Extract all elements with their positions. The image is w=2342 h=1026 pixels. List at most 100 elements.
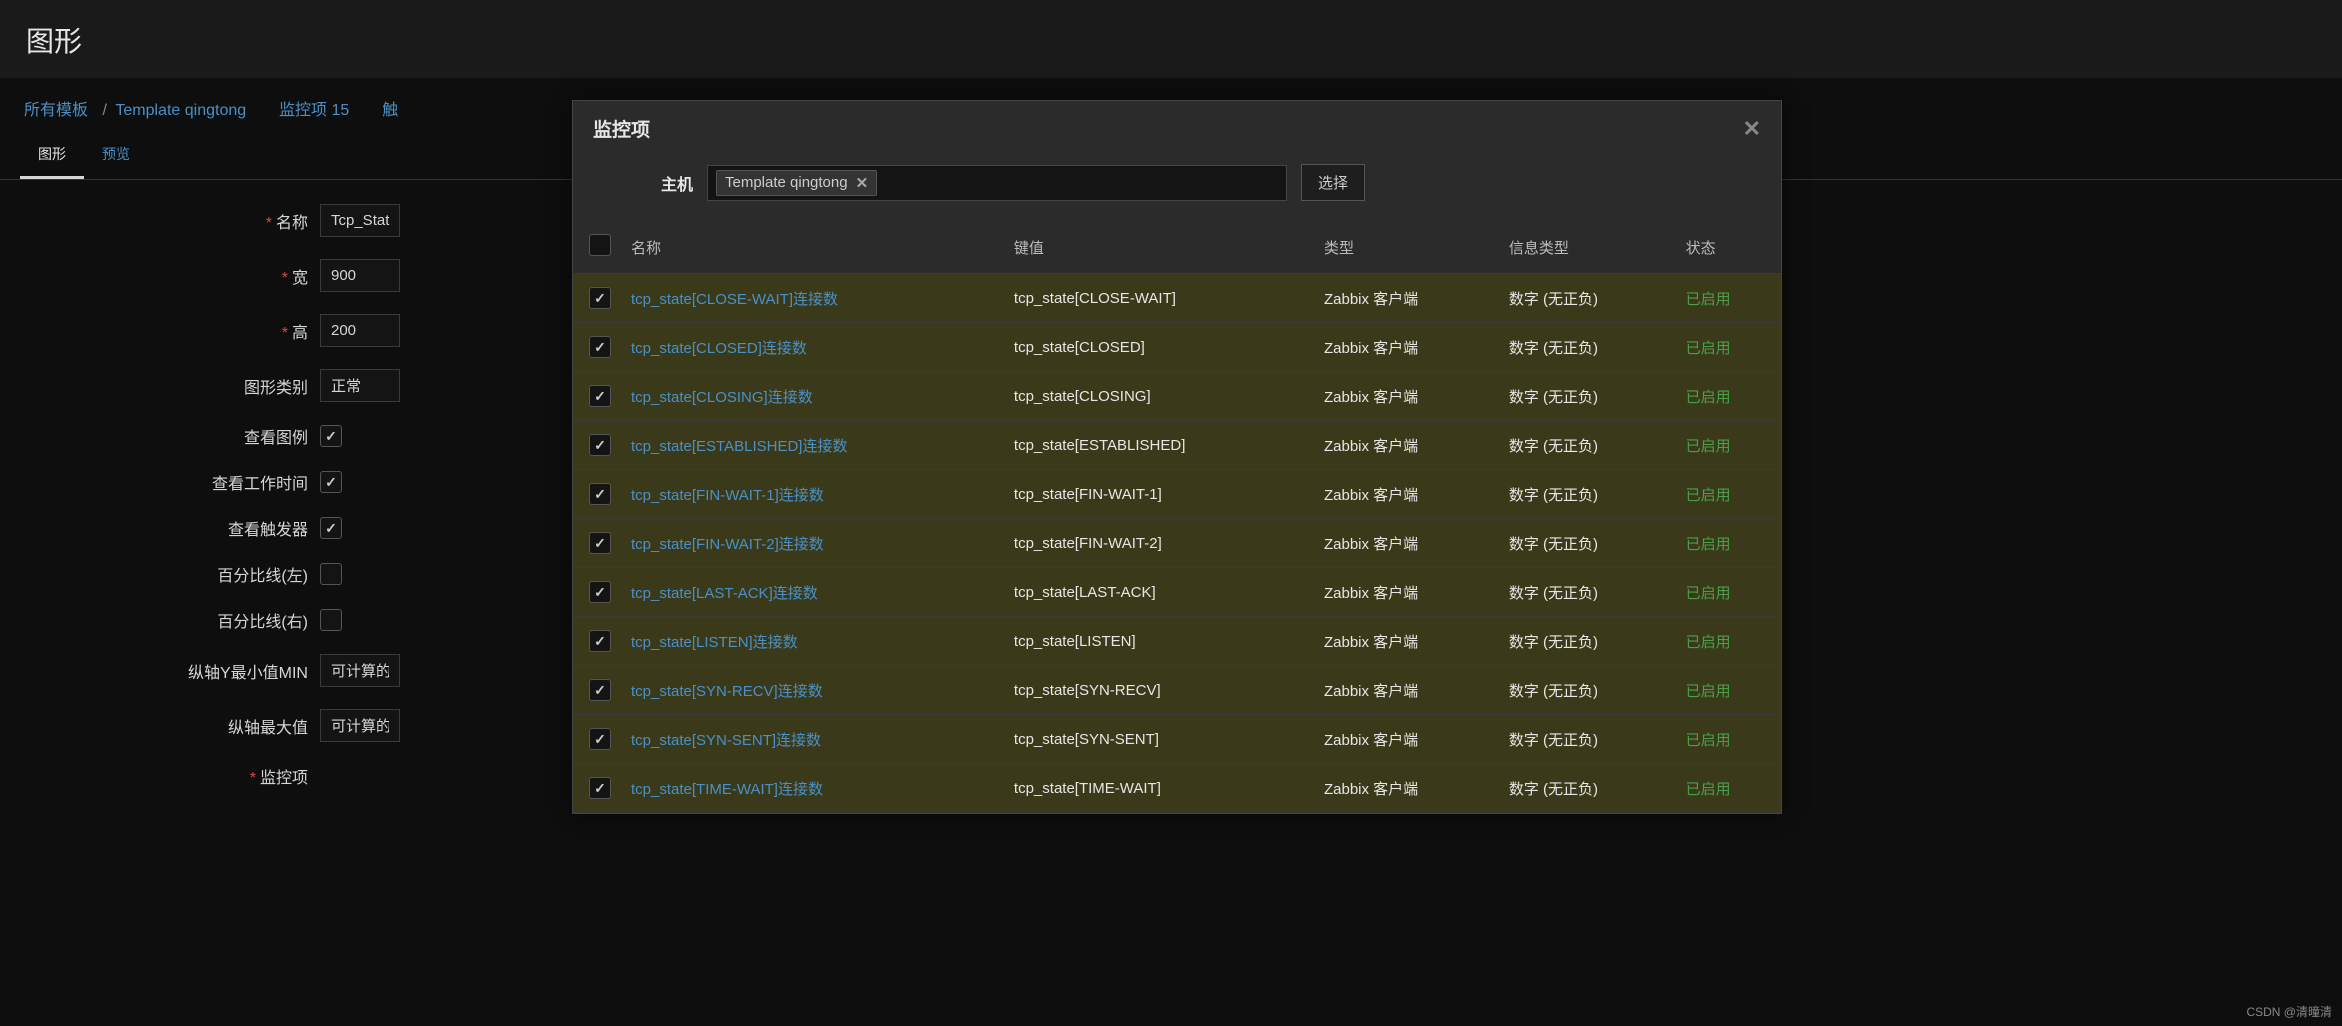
item-type: Zabbix 客户端 <box>1314 372 1499 421</box>
item-name-link[interactable]: tcp_state[FIN-WAIT-2]连接数 <box>631 536 824 553</box>
height-label: *高 <box>40 319 320 343</box>
item-infotype: 数字 (无正负) <box>1499 470 1676 519</box>
table-row: tcp_state[CLOSED]连接数 tcp_state[CLOSED]Zab… <box>573 323 1781 372</box>
item-key: tcp_state[CLOSING] <box>1004 372 1314 421</box>
percent-right-checkbox[interactable] <box>320 609 342 631</box>
row-checkbox[interactable] <box>589 434 611 456</box>
select-all-checkbox[interactable] <box>589 234 611 256</box>
items-table: 名称 键值 类型 信息类型 状态 tcp_state[CLOSE-WAIT]连接… <box>573 221 1781 813</box>
name-input[interactable] <box>320 204 400 237</box>
percent-left-checkbox[interactable] <box>320 563 342 585</box>
tab-graph[interactable]: 图形 <box>20 132 84 179</box>
row-checkbox[interactable] <box>589 630 611 652</box>
show-triggers-label: 查看触发器 <box>40 516 320 540</box>
item-key: tcp_state[SYN-RECV] <box>1004 666 1314 715</box>
height-input[interactable] <box>320 314 400 347</box>
close-icon[interactable]: ✕ <box>1743 116 1761 142</box>
item-status: 已启用 <box>1676 274 1781 323</box>
item-name-link[interactable]: tcp_state[FIN-WAIT-1]连接数 <box>631 487 824 504</box>
item-type: Zabbix 客户端 <box>1314 519 1499 568</box>
ymax-select[interactable] <box>320 709 400 742</box>
breadcrumb-separator: / <box>102 102 106 119</box>
item-name-link[interactable]: tcp_state[SYN-RECV]连接数 <box>631 683 823 700</box>
item-status: 已启用 <box>1676 470 1781 519</box>
item-infotype: 数字 (无正负) <box>1499 323 1676 372</box>
item-type: Zabbix 客户端 <box>1314 470 1499 519</box>
table-row: tcp_state[ESTABLISHED]连接数tcp_state[ESTAB… <box>573 421 1781 470</box>
row-checkbox[interactable] <box>589 679 611 701</box>
percent-right-label: 百分比线(右) <box>40 608 320 632</box>
item-key: tcp_state[CLOSE-WAIT] <box>1004 274 1314 323</box>
table-row: tcp_state[CLOSING]连接数 tcp_state[CLOSING]Z… <box>573 372 1781 421</box>
row-checkbox[interactable] <box>589 581 611 603</box>
show-legend-checkbox[interactable] <box>320 425 342 447</box>
show-triggers-checkbox[interactable] <box>320 517 342 539</box>
host-filter-input[interactable]: Template qingtong ✕ <box>707 165 1287 201</box>
host-tag-text: Template qingtong <box>725 174 848 191</box>
item-key: tcp_state[FIN-WAIT-2] <box>1004 519 1314 568</box>
item-status: 已启用 <box>1676 568 1781 617</box>
item-infotype: 数字 (无正负) <box>1499 372 1676 421</box>
col-type: 类型 <box>1314 221 1499 274</box>
table-row: tcp_state[LISTEN]连接数 tcp_state[LISTEN]Zab… <box>573 617 1781 666</box>
item-infotype: 数字 (无正负) <box>1499 617 1676 666</box>
item-status: 已启用 <box>1676 421 1781 470</box>
row-checkbox[interactable] <box>589 336 611 358</box>
table-row: tcp_state[LAST-ACK]连接数 tcp_state[LAST-ACK… <box>573 568 1781 617</box>
item-infotype: 数字 (无正负) <box>1499 519 1676 568</box>
item-type: Zabbix 客户端 <box>1314 323 1499 372</box>
percent-left-label: 百分比线(左) <box>40 562 320 586</box>
item-name-link[interactable]: tcp_state[SYN-SENT]连接数 <box>631 732 821 749</box>
item-infotype: 数字 (无正负) <box>1499 764 1676 813</box>
host-tag: Template qingtong ✕ <box>716 170 877 196</box>
breadcrumb-all-templates[interactable]: 所有模板 <box>24 102 88 119</box>
table-row: tcp_state[SYN-SENT]连接数tcp_state[SYN-SENT… <box>573 715 1781 764</box>
item-name-link[interactable]: tcp_state[LAST-ACK]连接数 <box>631 585 818 602</box>
page-title: 图形 <box>0 0 2342 78</box>
item-name-link[interactable]: tcp_state[ESTABLISHED]连接数 <box>631 438 847 455</box>
item-key: tcp_state[LISTEN] <box>1004 617 1314 666</box>
item-infotype: 数字 (无正负) <box>1499 666 1676 715</box>
breadcrumb-items-count: 15 <box>332 102 350 119</box>
item-status: 已启用 <box>1676 372 1781 421</box>
item-name-link[interactable]: tcp_state[TIME-WAIT]连接数 <box>631 781 823 798</box>
col-infotype: 信息类型 <box>1499 221 1676 274</box>
item-infotype: 数字 (无正负) <box>1499 715 1676 764</box>
width-input[interactable] <box>320 259 400 292</box>
item-key: tcp_state[CLOSED] <box>1004 323 1314 372</box>
col-status: 状态 <box>1676 221 1781 274</box>
item-type: Zabbix 客户端 <box>1314 617 1499 666</box>
item-name-link[interactable]: tcp_state[LISTEN]连接数 <box>631 634 798 651</box>
row-checkbox[interactable] <box>589 532 611 554</box>
item-name-link[interactable]: tcp_state[CLOSE-WAIT]连接数 <box>631 291 838 308</box>
row-checkbox[interactable] <box>589 728 611 750</box>
item-status: 已启用 <box>1676 764 1781 813</box>
row-checkbox[interactable] <box>589 777 611 799</box>
show-worktime-checkbox[interactable] <box>320 471 342 493</box>
row-checkbox[interactable] <box>589 385 611 407</box>
tab-preview[interactable]: 预览 <box>84 132 148 179</box>
table-row: tcp_state[FIN-WAIT-1]连接数tcp_state[FIN-WA… <box>573 470 1781 519</box>
breadcrumb-items[interactable]: 监控项 15 <box>279 102 354 119</box>
item-type: Zabbix 客户端 <box>1314 715 1499 764</box>
col-name: 名称 <box>621 221 1004 274</box>
item-type: Zabbix 客户端 <box>1314 666 1499 715</box>
item-name-link[interactable]: tcp_state[CLOSING]连接数 <box>631 389 813 406</box>
show-worktime-label: 查看工作时间 <box>40 470 320 494</box>
host-tag-remove-icon[interactable]: ✕ <box>856 174 869 192</box>
item-key: tcp_state[LAST-ACK] <box>1004 568 1314 617</box>
host-filter-label: 主机 <box>593 171 693 195</box>
row-checkbox[interactable] <box>589 287 611 309</box>
ymin-select[interactable] <box>320 654 400 687</box>
breadcrumb-template[interactable]: Template qingtong <box>115 102 246 119</box>
type-select[interactable] <box>320 369 400 402</box>
table-row: tcp_state[TIME-WAIT]连接数tcp_state[TIME-WA… <box>573 764 1781 813</box>
item-status: 已启用 <box>1676 617 1781 666</box>
item-status: 已启用 <box>1676 666 1781 715</box>
col-key: 键值 <box>1004 221 1314 274</box>
item-name-link[interactable]: tcp_state[CLOSED]连接数 <box>631 340 807 357</box>
breadcrumb-triggers[interactable]: 触 <box>382 102 398 119</box>
row-checkbox[interactable] <box>589 483 611 505</box>
select-host-button[interactable]: 选择 <box>1301 164 1365 201</box>
item-type: Zabbix 客户端 <box>1314 764 1499 813</box>
